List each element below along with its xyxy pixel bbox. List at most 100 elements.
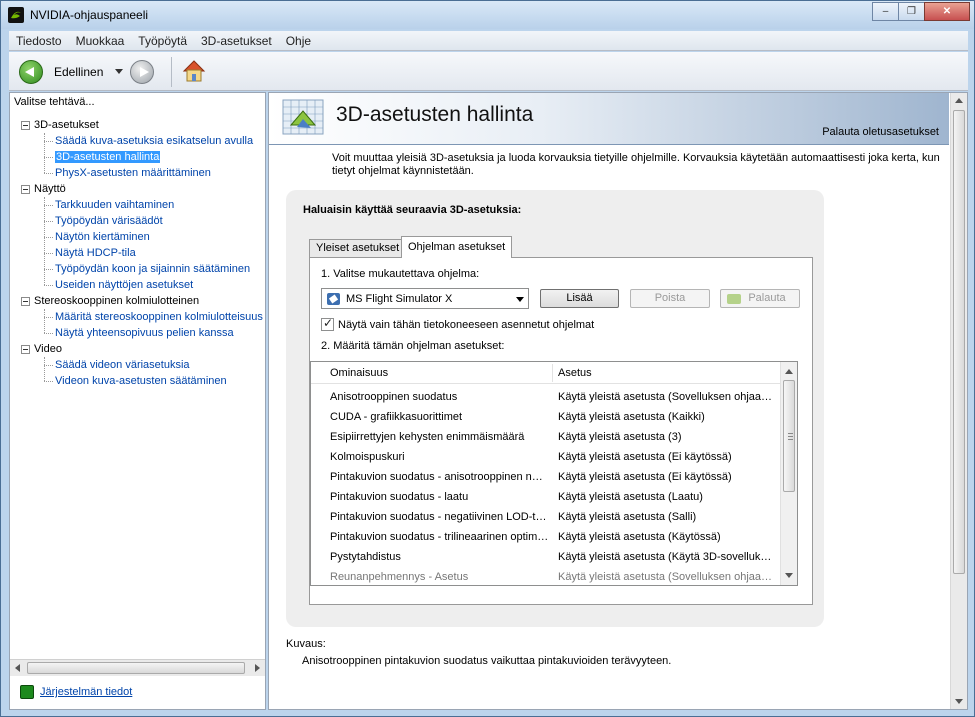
collapse-icon[interactable]	[21, 121, 30, 130]
tree-item[interactable]: 3D-asetusten hallinta	[18, 149, 266, 165]
setting-cell[interactable]: Käytä yleistä asetusta (Ei käytössä)	[558, 467, 778, 487]
menu-edit[interactable]: Muokkaa	[69, 34, 132, 48]
program-settings-tab-content: 1. Valitse mukautettava ohjelma: MS Flig…	[309, 257, 813, 605]
collapse-icon[interactable]	[21, 185, 30, 194]
setting-cell[interactable]: Käytä yleistä asetusta (Sovelluksen ohja…	[558, 387, 778, 407]
tree-item[interactable]: Näytä yhteensopivuus pelien kanssa	[18, 325, 266, 341]
menu-help[interactable]: Ohje	[279, 34, 318, 48]
setting-cell[interactable]: Käytä yleistä asetusta (3)	[558, 427, 778, 447]
tree-item-label: Työpöydän värisäädöt	[55, 215, 163, 227]
table-row[interactable]: Pintakuvion suodatus - laatu Käytä yleist…	[311, 487, 781, 507]
scroll-down-icon[interactable]	[785, 573, 793, 578]
tree-item[interactable]: PhysX-asetusten määrittäminen	[18, 165, 266, 181]
menu-3d-settings[interactable]: 3D-asetukset	[194, 34, 279, 48]
feature-cell: Pintakuvion suodatus - anisotrooppinen n…	[330, 471, 543, 483]
tree-item[interactable]: Säädä videon väriasetuksia	[18, 357, 266, 373]
column-header-feature[interactable]: Ominaisuus	[330, 367, 388, 379]
tree-item[interactable]: Näytä HDCP-tila	[18, 245, 266, 261]
setting-cell[interactable]: Käytä yleistä asetusta (Käytössä)	[558, 527, 778, 547]
tree-item[interactable]: Määritä stereoskooppinen kolmiulotteisuu…	[18, 309, 266, 325]
title-bar[interactable]: NVIDIA-ohjauspaneeli – ❐ ✕	[1, 1, 974, 29]
tree-item[interactable]: Näytön kiertäminen	[18, 229, 266, 245]
grid-scroll-thumb[interactable]	[783, 380, 795, 492]
tree-item-label: Näytä yhteensopivuus pelien kanssa	[55, 327, 234, 339]
table-row[interactable]: CUDA - grafiikkasuorittimet Käytä yleistä…	[311, 407, 781, 427]
tree-item[interactable]: Videon kuva-asetusten säätäminen	[18, 373, 266, 389]
home-icon[interactable]	[181, 58, 207, 84]
scroll-right-icon[interactable]	[255, 664, 260, 672]
collapse-icon[interactable]	[21, 297, 30, 306]
table-row[interactable]: Pystytahdistus Käytä yleistä asetusta (Kä…	[311, 547, 781, 567]
3d-cube-icon	[282, 99, 324, 135]
system-info-icon	[20, 685, 34, 699]
feature-cell: CUDA - grafiikkasuorittimet	[330, 411, 463, 423]
tree-category[interactable]: Stereoskooppinen kolmiulotteinen	[18, 293, 266, 309]
menu-desktop[interactable]: Työpöytä	[131, 34, 194, 48]
tree-item-label: Säädä videon väriasetuksia	[55, 359, 190, 371]
settings-panel: Haluaisin käyttää seuraavia 3D-asetuksia…	[286, 190, 824, 627]
back-button-label[interactable]: Edellinen	[54, 65, 103, 79]
scroll-thumb[interactable]	[27, 662, 245, 674]
program-select[interactable]: MS Flight Simulator X	[321, 288, 529, 309]
column-header-setting[interactable]: Asetus	[558, 367, 592, 379]
tree-item[interactable]: Työpöydän värisäädöt	[18, 213, 266, 229]
table-row[interactable]: Esipiirrettyjen kehysten enimmäismäärä Kä…	[311, 427, 781, 447]
setting-cell[interactable]: Käytä yleistä asetusta (Kaikki)	[558, 407, 778, 427]
column-divider[interactable]	[552, 364, 553, 382]
tree-item[interactable]: Työpöydän koon ja sijainnin säätäminen	[18, 261, 266, 277]
collapse-icon[interactable]	[21, 345, 30, 354]
restore-program-button[interactable]: Palauta	[720, 289, 800, 308]
airplane-icon	[327, 293, 340, 305]
content-scrollbar[interactable]	[950, 93, 967, 709]
tree-item[interactable]: Useiden näyttöjen asetukset	[18, 277, 266, 293]
table-row[interactable]: Pintakuvion suodatus - anisotrooppinen n…	[311, 467, 781, 487]
description-text: Anisotrooppinen pintakuvion suodatus vai…	[302, 655, 672, 667]
add-program-button[interactable]: Lisää	[540, 289, 619, 308]
minimize-button[interactable]: –	[872, 2, 899, 21]
program-settings-label: 2. Määritä tämän ohjelman asetukset:	[321, 340, 505, 352]
scroll-left-icon[interactable]	[15, 664, 20, 672]
setting-cell[interactable]: Käytä yleistä asetusta (Salli)	[558, 507, 778, 527]
menu-file[interactable]: Tiedosto	[9, 34, 69, 48]
tree-category[interactable]: Näyttö	[18, 181, 266, 197]
remove-program-button[interactable]: Poista	[630, 289, 710, 308]
installed-only-checkbox[interactable]	[321, 316, 334, 331]
feature-cell: Esipiirrettyjen kehysten enimmäismäärä	[330, 431, 525, 443]
tree-item[interactable]: Tarkkuuden vaihtaminen	[18, 197, 266, 213]
tree-item[interactable]: Säädä kuva-asetuksia esikatselun avulla	[18, 133, 266, 149]
horizontal-scrollbar[interactable]	[10, 659, 265, 676]
history-dropdown-icon[interactable]	[115, 69, 123, 74]
setting-cell[interactable]: Käytä yleistä asetusta (Laatu)	[558, 487, 778, 507]
grid-scrollbar[interactable]	[780, 362, 797, 585]
tab-global-settings[interactable]: Yleiset asetukset	[309, 239, 407, 258]
tab-program-settings[interactable]: Ohjelman asetukset	[401, 236, 513, 258]
installed-only-option[interactable]: Näytä vain tähän tietokoneeseen asennetu…	[321, 316, 594, 331]
setting-cell[interactable]: Käytä yleistä asetusta (Sovelluksen ohja…	[558, 567, 778, 585]
table-row[interactable]: Pintakuvion suodatus - trilineaarinen op…	[311, 527, 781, 547]
setting-cell[interactable]: Käytä yleistä asetusta (Ei käytössä)	[558, 447, 778, 467]
window-controls: – ❐ ✕	[872, 2, 970, 21]
forward-arrow-icon[interactable]	[130, 60, 154, 84]
feature-cell: Pintakuvion suodatus - trilineaarinen op…	[330, 531, 549, 543]
table-row[interactable]: Anisotrooppinen suodatus Käytä yleistä as…	[311, 387, 781, 407]
scroll-up-icon[interactable]	[955, 98, 963, 103]
table-row[interactable]: Kolmoispuskuri Käytä yleistä asetusta (Ei…	[311, 447, 781, 467]
table-row[interactable]: Pintakuvion suodatus - negatiivinen LOD-…	[311, 507, 781, 527]
tree-category-label: Näyttö	[34, 183, 66, 195]
maximize-button[interactable]: ❐	[898, 2, 925, 21]
window-title: NVIDIA-ohjauspaneeli	[30, 8, 149, 22]
table-row[interactable]: Reunanpehmennys - Asetus Käytä yleistä as…	[311, 567, 781, 585]
setting-cell[interactable]: Käytä yleistä asetusta (Käytä 3D-sovellu…	[558, 547, 778, 567]
back-arrow-icon[interactable]	[19, 60, 43, 84]
tree-category[interactable]: 3D-asetukset	[18, 117, 266, 133]
scroll-up-icon[interactable]	[785, 369, 793, 374]
restore-defaults-link[interactable]: Palauta oletusasetukset	[822, 126, 939, 138]
scroll-down-icon[interactable]	[955, 699, 963, 704]
feature-settings-grid: Ominaisuus Asetus Anisotrooppinen suodat…	[310, 361, 798, 586]
close-button[interactable]: ✕	[924, 2, 970, 21]
feature-cell: Pintakuvion suodatus - laatu	[330, 491, 469, 503]
system-info-link[interactable]: Järjestelmän tiedot	[40, 686, 132, 698]
tree-category[interactable]: Video	[18, 341, 266, 357]
panel-heading: Haluaisin käyttää seuraavia 3D-asetuksia…	[303, 204, 522, 216]
content-scroll-thumb[interactable]	[953, 110, 965, 574]
